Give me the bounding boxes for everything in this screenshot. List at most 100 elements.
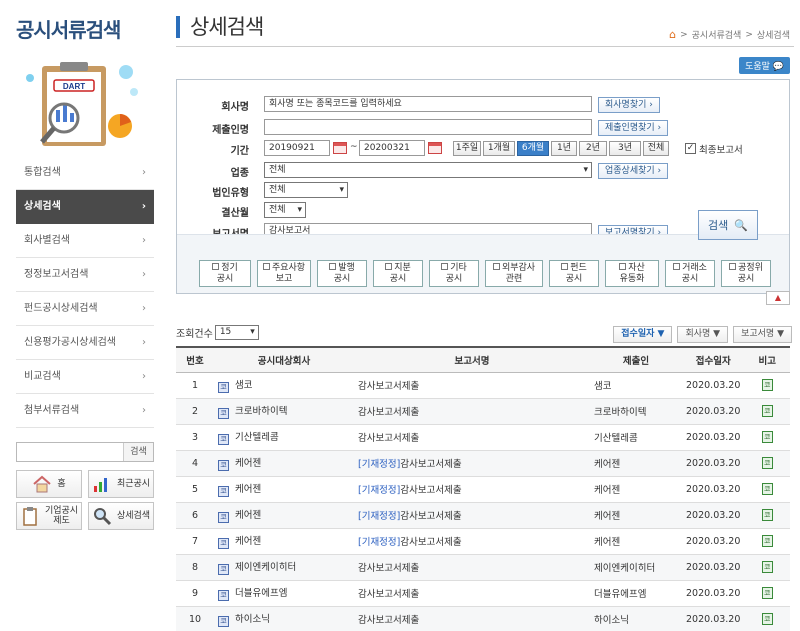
sidebar-item[interactable]: 비교검색 › (16, 360, 154, 394)
row-report-link[interactable]: 감사보고서제출 (358, 589, 419, 600)
filer-find-label: 제출인명찾기 (605, 123, 655, 133)
date-from-input[interactable]: 20190921 (264, 140, 330, 156)
row-company-link[interactable]: 제이엔케이히터 (235, 562, 296, 573)
company-find-button[interactable]: 회사명찾기 › (598, 97, 660, 113)
help-button[interactable]: 도움말 💬 (739, 57, 790, 74)
report-input[interactable]: 감사보고서 (264, 223, 592, 239)
row-report-link[interactable]: 감사보고서제출 (358, 563, 419, 574)
note-icon[interactable]: 코 (761, 379, 773, 391)
home-icon[interactable]: ⌂ (669, 28, 676, 41)
period-button[interactable]: 1주일 (453, 141, 481, 156)
sidebar-item[interactable]: 펀드공시상세검색 › (16, 292, 154, 326)
search-button[interactable]: 검색 🔍 (698, 210, 758, 240)
calendar-icon[interactable] (428, 142, 442, 154)
date-to-input[interactable]: 20200321 (359, 140, 425, 156)
period-button[interactable]: 6개월 (517, 141, 549, 156)
category-checkbox-button[interactable]: 기타 공시 (429, 260, 479, 287)
row-company-link[interactable]: 케어젠 (235, 536, 261, 547)
settlement-select[interactable]: 전체 ▾ (264, 202, 306, 218)
category-label-line2: 유동화 (619, 274, 645, 284)
sidebar-item[interactable]: 상세검색 › (16, 190, 154, 224)
period-button[interactable]: 1년 (551, 141, 577, 156)
filer-input[interactable] (264, 119, 592, 135)
sidebar-search-input[interactable] (17, 443, 123, 461)
sidebar-item[interactable]: 정정보고서검색 › (16, 258, 154, 292)
sort-button[interactable]: 회사명 ▼ (677, 326, 729, 343)
row-company-link[interactable]: 케어젠 (235, 484, 261, 495)
filer-find-button[interactable]: 제출인명찾기 › (598, 120, 669, 136)
row-note-cell: 코 (744, 476, 790, 503)
row-report-cell: 감사보고서제출 (354, 580, 590, 607)
category-checkbox-button[interactable]: 정기 공시 (199, 260, 251, 287)
period-button[interactable]: 전체 (643, 141, 669, 156)
period-button[interactable]: 2년 (579, 141, 607, 156)
breadcrumb-item-detail: 상세검색 (756, 31, 790, 41)
category-checkbox-button[interactable]: 공정위 공시 (721, 260, 771, 287)
row-company-link[interactable]: 하이소닉 (235, 614, 270, 625)
sidebar-item[interactable]: 회사별검색 › (16, 224, 154, 258)
collapse-button[interactable]: ▲ (766, 291, 790, 305)
category-label-line1: 지분 (394, 263, 411, 273)
industry-find-label: 업종상세찾기 (605, 166, 655, 176)
note-icon[interactable]: 코 (761, 587, 773, 599)
row-date: 2020.03.20 (682, 580, 745, 607)
category-checkbox-button[interactable]: 거래소 공시 (665, 260, 715, 287)
sidebar-item[interactable]: 통합검색 › (16, 156, 154, 190)
bar-chart-icon (92, 474, 112, 494)
quick-link-button[interactable]: 기업공시 제도 (16, 502, 82, 530)
category-checkbox-button[interactable]: 자산 유동화 (605, 260, 659, 287)
sidebar-item[interactable]: 첨부서류검색 › (16, 394, 154, 428)
sidebar-item[interactable]: 신용평가공시상세검색 › (16, 326, 154, 360)
row-report-link[interactable]: 감사보고서제출 (400, 511, 461, 522)
row-company-link[interactable]: 샘코 (235, 380, 252, 391)
category-checkbox-button[interactable]: 지분 공시 (373, 260, 423, 287)
period-button[interactable]: 1개월 (483, 141, 515, 156)
category-label-line2: 공시 (737, 274, 755, 284)
note-icon[interactable]: 코 (761, 457, 773, 469)
sort-button[interactable]: 보고서명 ▼ (733, 326, 792, 343)
sidebar-search-button[interactable]: 검색 (123, 443, 153, 461)
note-icon[interactable]: 코 (761, 405, 773, 417)
company-input[interactable]: 회사명 또는 종목코드를 입력하세요 (264, 96, 592, 112)
breadcrumb-item-search[interactable]: 공시서류검색 (692, 28, 742, 41)
industry-select[interactable]: 전체 ▾ (264, 162, 592, 178)
quick-link-button[interactable]: 홈 (16, 470, 82, 498)
category-label-line1: 발행 (338, 263, 355, 273)
row-note-cell: 코 (744, 580, 790, 607)
row-company-link[interactable]: 케어젠 (235, 510, 261, 521)
chevron-right-icon: › (142, 235, 146, 246)
table-row: 5 코 케어젠 [기재정정]감사보고서제출 케어젠 2020.03.20 코 (176, 476, 790, 503)
note-icon[interactable]: 코 (761, 483, 773, 495)
period-button[interactable]: 3년 (609, 141, 641, 156)
row-report-link[interactable]: 감사보고서제출 (400, 485, 461, 496)
row-company-link[interactable]: 크로바하이텍 (235, 406, 287, 417)
sort-button[interactable]: 접수일자 ▼ (613, 326, 673, 343)
row-company-link[interactable]: 기산텔레콤 (235, 432, 279, 443)
quick-link-button[interactable]: 상세검색 (88, 502, 154, 530)
note-icon[interactable]: 코 (761, 509, 773, 521)
row-date: 2020.03.20 (682, 398, 745, 425)
category-checkbox-button[interactable]: 펀드 공시 (549, 260, 599, 287)
category-checkbox-button[interactable]: 외부감사 관련 (485, 260, 543, 287)
industry-find-button[interactable]: 업종상세찾기 › (598, 163, 669, 179)
row-report-link[interactable]: 감사보고서제출 (358, 433, 419, 444)
row-report-link[interactable]: 감사보고서제출 (400, 537, 461, 548)
row-report-link[interactable]: 감사보고서제출 (358, 615, 419, 626)
category-checkbox-button[interactable]: 주요사항 보고 (257, 260, 311, 287)
note-icon[interactable]: 코 (761, 613, 773, 625)
row-company-link[interactable]: 케어젠 (235, 458, 261, 469)
count-select[interactable]: 15 ▾ (214, 325, 259, 340)
row-company-link[interactable]: 더블유에프엠 (235, 588, 287, 599)
note-icon[interactable]: 코 (761, 561, 773, 573)
row-report-link[interactable]: 감사보고서제출 (400, 459, 461, 470)
row-report-link[interactable]: 감사보고서제출 (358, 381, 419, 392)
row-report-link[interactable]: 감사보고서제출 (358, 407, 419, 418)
category-checkbox-button[interactable]: 발행 공시 (317, 260, 367, 287)
final-report-checkbox[interactable]: ✓ (685, 143, 696, 154)
note-icon[interactable]: 코 (761, 431, 773, 443)
corp-type-select[interactable]: 전체 ▾ (264, 182, 348, 198)
report-find-button[interactable]: 보고서명찾기 › (598, 225, 669, 241)
calendar-icon[interactable] (333, 142, 347, 154)
quick-link-button[interactable]: 최근공시 (88, 470, 154, 498)
note-icon[interactable]: 코 (761, 535, 773, 547)
